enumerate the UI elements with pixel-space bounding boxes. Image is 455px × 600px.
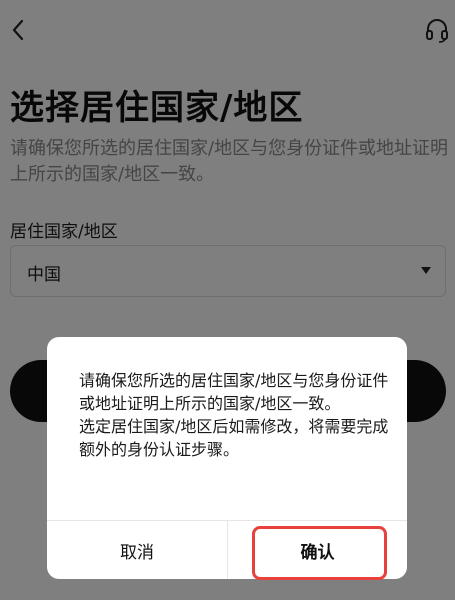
dialog-message-line-1: 请确保您所选的居住国家/地区与您身份证件或地址证明上所示的国家/地区一致。 bbox=[79, 371, 389, 413]
dialog-message-line-2: 选定居住国家/地区后如需修改，将需要完成额外的身份认证步骤。 bbox=[79, 417, 389, 459]
cancel-button[interactable]: 取消 bbox=[47, 521, 227, 579]
confirm-highlight-box bbox=[252, 526, 387, 580]
dialog-message: 请确保您所选的居住国家/地区与您身份证件或地址证明上所示的国家/地区一致。 选定… bbox=[79, 369, 389, 461]
